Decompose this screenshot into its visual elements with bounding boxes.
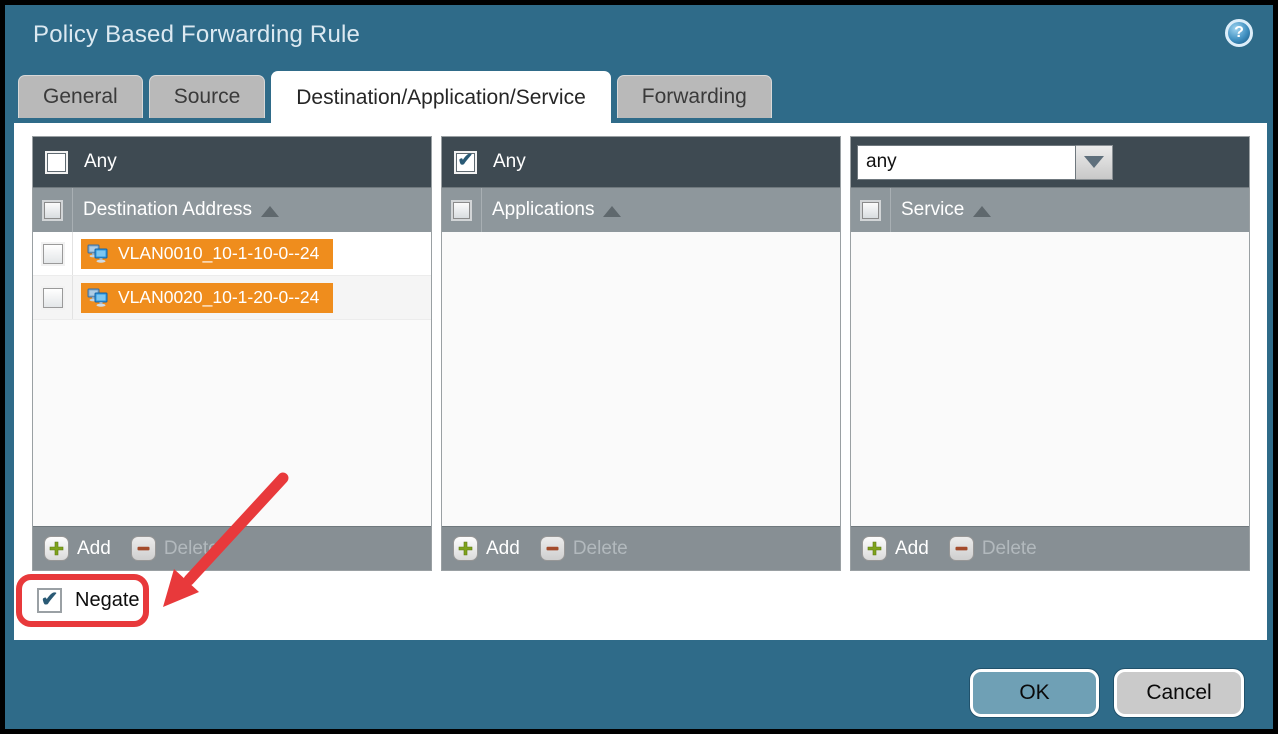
destination-panel: Any Destination Address [32,136,432,571]
applications-column-header[interactable]: Applications [442,187,840,232]
chevron-down-icon [1084,156,1104,168]
add-label: Add [486,538,520,560]
help-icon[interactable]: ? [1225,19,1253,47]
add-button[interactable]: Add [44,536,111,561]
address-object-chip[interactable]: VLAN0010_10-1-10-0--24 [81,239,333,269]
minus-icon [949,536,974,561]
plus-icon [453,536,478,561]
network-icon [86,288,110,308]
select-all-cell [442,188,482,232]
address-object-label: VLAN0010_10-1-10-0--24 [118,243,319,264]
delete-label: Delete [164,538,219,560]
sort-ascending-icon [603,206,621,217]
negate-highlight-box: Negate [16,574,149,627]
delete-label: Delete [982,538,1037,560]
destination-select-all-checkbox[interactable] [44,202,61,219]
service-footer: Add Delete [851,526,1249,570]
table-row[interactable]: VLAN0010_10-1-10-0--24 [33,232,431,276]
destination-any-label: Any [84,151,117,173]
tab-forwarding[interactable]: Forwarding [617,75,772,118]
add-label: Add [895,538,929,560]
tab-source[interactable]: Source [149,75,266,118]
service-select-all-checkbox[interactable] [862,202,879,219]
service-panel: any Service [850,136,1250,571]
row-checkbox-cell [33,232,73,275]
service-dropdown-button[interactable] [1076,145,1113,180]
cancel-button[interactable]: Cancel [1114,669,1244,717]
plus-icon [44,536,69,561]
service-list [851,232,1249,526]
service-dropdown-bar: any [851,137,1249,187]
delete-button[interactable]: Delete [949,536,1037,561]
destination-any-bar: Any [33,137,431,187]
delete-button[interactable]: Delete [540,536,628,561]
applications-column-label: Applications [492,199,594,221]
select-all-cell [851,188,891,232]
panels-row: Any Destination Address [32,136,1250,571]
service-dropdown-value[interactable]: any [857,145,1076,180]
destination-any-checkbox[interactable] [45,151,68,174]
delete-button[interactable]: Delete [131,536,219,561]
service-dropdown[interactable]: any [857,145,1113,180]
dialog-title: Policy Based Forwarding Rule [33,21,360,49]
row-checkbox[interactable] [43,288,63,308]
row-checkbox[interactable] [43,244,63,264]
applications-list [442,232,840,526]
destination-list: VLAN0010_10-1-10-0--24 [33,232,431,526]
tab-content: Any Destination Address [14,123,1267,640]
service-column-label: Service [901,199,964,221]
plus-icon [862,536,887,561]
sort-ascending-icon [261,206,279,217]
tab-bar: General Source Destination/Application/S… [18,71,772,123]
negate-label: Negate [75,589,140,612]
sort-ascending-icon [973,206,991,217]
add-button[interactable]: Add [862,536,929,561]
add-button[interactable]: Add [453,536,520,561]
delete-label: Delete [573,538,628,560]
add-label: Add [77,538,111,560]
applications-footer: Add Delete [442,526,840,570]
negate-checkbox[interactable] [37,588,62,613]
pbf-rule-dialog: Policy Based Forwarding Rule ? General S… [0,0,1278,734]
service-column-header[interactable]: Service [851,187,1249,232]
minus-icon [131,536,156,561]
select-all-cell [33,188,73,232]
applications-any-bar: Any [442,137,840,187]
network-icon [86,244,110,264]
applications-select-all-checkbox[interactable] [453,202,470,219]
row-checkbox-cell [33,276,73,319]
ok-button[interactable]: OK [970,669,1099,717]
destination-footer: Add Delete [33,526,431,570]
destination-column-header[interactable]: Destination Address [33,187,431,232]
address-object-chip[interactable]: VLAN0020_10-1-20-0--24 [81,283,333,313]
address-object-label: VLAN0020_10-1-20-0--24 [118,287,319,308]
tab-general[interactable]: General [18,75,143,118]
applications-panel: Any Applications Add [441,136,841,571]
table-row[interactable]: VLAN0020_10-1-20-0--24 [33,276,431,320]
applications-any-label: Any [493,151,526,173]
destination-column-label: Destination Address [83,199,252,221]
applications-any-checkbox[interactable] [454,151,477,174]
tab-destination-application-service[interactable]: Destination/Application/Service [271,71,611,123]
minus-icon [540,536,565,561]
